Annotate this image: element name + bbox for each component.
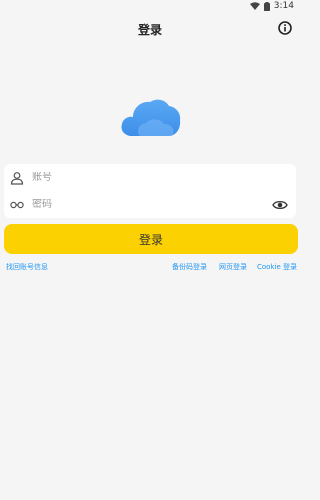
- battery-icon: [263, 1, 270, 11]
- title-bar: 登录: [0, 14, 300, 44]
- status-bar: 3:14: [0, 0, 300, 12]
- key-icon: [10, 201, 24, 208]
- retrieve-account-link[interactable]: 找回账号信息: [6, 262, 48, 272]
- eye-icon[interactable]: [272, 199, 288, 211]
- account-input[interactable]: [32, 172, 296, 183]
- page-title: 登录: [137, 22, 162, 37]
- password-field-row: [4, 191, 296, 218]
- password-input[interactable]: [32, 199, 272, 210]
- account-field-row: [4, 164, 296, 191]
- status-time: 3:14: [273, 1, 294, 11]
- login-form-card: [4, 164, 296, 218]
- person-icon: [10, 171, 24, 185]
- backup-code-login-link[interactable]: 备份码登录: [172, 262, 207, 272]
- wifi-icon: [249, 2, 260, 10]
- login-button[interactable]: 登录: [4, 224, 298, 254]
- info-icon[interactable]: [278, 21, 292, 35]
- login-links-row: 找回账号信息 备份码登录 网页登录 Cookie 登录: [0, 262, 300, 274]
- cloud-icon: [121, 99, 181, 136]
- cookie-login-link[interactable]: Cookie 登录: [257, 262, 297, 272]
- web-login-link[interactable]: 网页登录: [219, 262, 247, 272]
